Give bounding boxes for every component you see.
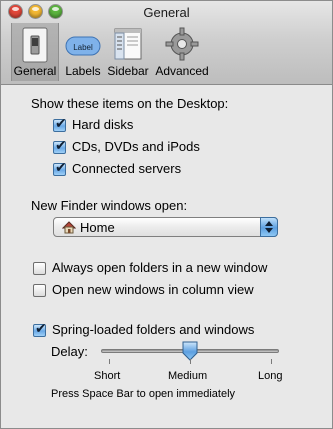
connected-servers-label[interactable]: Connected servers [72, 161, 181, 176]
tab-advanced[interactable]: Advanced [153, 23, 211, 81]
space-bar-hint: Press Space Bar to open immediately [51, 388, 236, 400]
column-view-label[interactable]: Open new windows in column view [52, 282, 254, 297]
tab-label: General [13, 64, 57, 78]
new-window-popup[interactable]: Home [53, 217, 278, 237]
general-switch-icon [22, 27, 48, 63]
general-pane: Show these items on the Desktop: Hard di… [1, 85, 332, 428]
spring-loaded-label[interactable]: Spring-loaded folders and windows [52, 322, 254, 337]
new-window-popup-value: Home [80, 220, 115, 235]
slider-tick [109, 359, 110, 364]
column-view-checkbox[interactable] [33, 284, 46, 297]
popup-arrows-icon [260, 217, 278, 237]
slider-thumb-icon [182, 341, 198, 361]
labels-icon: Label [65, 36, 101, 56]
tab-label: Sidebar [107, 64, 149, 78]
sidebar-icon [114, 28, 142, 60]
home-icon [62, 221, 76, 234]
connected-servers-checkbox[interactable] [53, 160, 67, 176]
open-folders-new-window-label[interactable]: Always open folders in a new window [52, 260, 267, 275]
gear-icon [165, 27, 199, 61]
hard-disks-checkbox[interactable] [53, 116, 67, 132]
tick-label-short: Short [94, 370, 121, 382]
slider-tick [271, 359, 272, 364]
labels-badge-text: Label [73, 43, 93, 52]
tab-sidebar[interactable]: Sidebar [105, 23, 151, 81]
spring-loaded-checkbox[interactable] [33, 321, 47, 337]
slider-tick [190, 359, 191, 364]
tab-label: Labels [65, 64, 101, 78]
tab-label: Advanced [155, 64, 209, 78]
delay-label: Delay: [51, 344, 88, 359]
desktop-items-heading: Show these items on the Desktop: [31, 96, 229, 111]
open-folders-new-window-checkbox[interactable] [33, 262, 46, 275]
hard-disks-label[interactable]: Hard disks [72, 117, 133, 132]
window-toolbar: General General Label Labels Sidebar Adv… [1, 1, 332, 85]
tick-label-long: Long [258, 370, 283, 382]
new-window-heading: New Finder windows open: [31, 198, 188, 213]
cds-dvds-ipods-checkbox[interactable] [53, 138, 67, 154]
tick-label-medium: Medium [168, 370, 208, 382]
tab-labels[interactable]: Label Labels [61, 23, 105, 81]
cds-dvds-ipods-label[interactable]: CDs, DVDs and iPods [72, 139, 200, 154]
preferences-window: General General Label Labels Sidebar Adv… [0, 0, 333, 429]
tab-general[interactable]: General [11, 23, 59, 81]
window-title: General [143, 5, 190, 20]
